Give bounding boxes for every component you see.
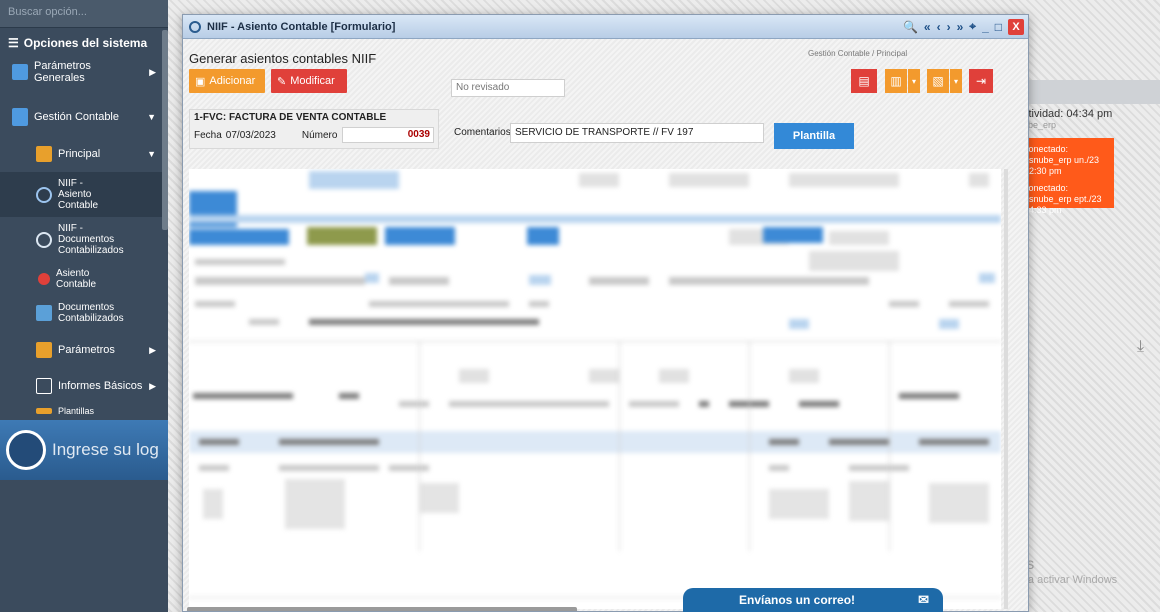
trash-icon: ▤: [858, 74, 870, 88]
document-icon: ▥: [890, 74, 902, 88]
sidebar-item-reports[interactable]: Informes Básicos ▶: [0, 368, 168, 404]
chart-icon: [36, 378, 52, 394]
add-button[interactable]: ▣ Adicionar: [189, 69, 265, 93]
number-field[interactable]: 0039: [342, 127, 434, 143]
sidebar-search-input[interactable]: Buscar opción...: [0, 0, 168, 28]
breadcrumb: Gestión Contable / Principal: [808, 49, 908, 58]
comments-input[interactable]: SERVICIO DE TRANSPORTE // FV 197: [510, 123, 764, 143]
add-doc-icon: ▣: [195, 75, 206, 88]
edit-icon: ✎: [277, 75, 287, 88]
template-icon: [36, 408, 52, 414]
form-horizontal-scrollbar[interactable]: [187, 607, 577, 611]
sidebar-item-niif-docs[interactable]: NIIF - Documentos Contabilizados: [0, 217, 168, 262]
sidebar-item-accounting[interactable]: Gestión Contable ▼: [0, 98, 168, 136]
contact-email-button[interactable]: Envíanos un correo! ✉: [683, 588, 943, 612]
last-record-icon[interactable]: »: [957, 20, 964, 34]
logo-circle-icon: [6, 430, 46, 470]
sidebar-heading: ☰ Opciones del sistema: [8, 36, 148, 50]
redacted-entries-area: [189, 169, 1001, 609]
export-button[interactable]: ▥: [885, 69, 907, 93]
window-titlebar[interactable]: NIIF - Asiento Contable [Formulario] 🔍 «…: [183, 15, 1028, 39]
entry-icon: [38, 273, 50, 285]
date-field[interactable]: 07/03/2023: [226, 130, 276, 141]
star-folder-icon: [36, 146, 52, 162]
app-logo-icon: [189, 20, 201, 33]
comments-label: Comentarios: [454, 127, 511, 138]
exit-button[interactable]: ⇥: [969, 69, 993, 93]
prev-record-icon[interactable]: ‹: [937, 20, 941, 34]
print-button[interactable]: ▧: [927, 69, 949, 93]
close-button[interactable]: X: [1008, 18, 1024, 35]
sidebar-item-niif-entry[interactable]: NIIF - Asiento Contable: [0, 172, 168, 217]
envelope-icon: ✉: [918, 592, 929, 607]
delete-button[interactable]: ▤: [851, 69, 877, 93]
sidebar-scrollbar[interactable]: [162, 30, 168, 230]
export-dropdown[interactable]: ▾: [908, 69, 920, 93]
form-vertical-scrollbar[interactable]: [1004, 169, 1008, 609]
first-record-icon[interactable]: «: [924, 20, 931, 34]
sidebar-item-principal[interactable]: Principal ▼: [0, 136, 168, 172]
login-banner[interactable]: Ingrese su log: [0, 420, 168, 480]
settings-doc-icon: [12, 64, 28, 80]
sidebar-item-entry[interactable]: Asiento Contable: [0, 262, 168, 296]
caret-right-icon: ▶: [149, 380, 156, 391]
next-record-icon[interactable]: ›: [947, 20, 951, 34]
review-status-field: No revisado: [451, 79, 565, 97]
maximize-icon[interactable]: □: [995, 20, 1002, 34]
grid-icon: [36, 342, 52, 358]
list-icon: ☰: [8, 36, 19, 50]
document-type-box: 1-FVC: FACTURA DE VENTA CONTABLE Fecha 0…: [189, 109, 439, 149]
exit-icon: ⇥: [975, 74, 987, 88]
form-title: Generar asientos contables NIIF: [189, 51, 377, 66]
sidebar-item-posted-docs[interactable]: Documentos Contabilizados: [0, 296, 168, 330]
form-body: Generar asientos contables NIIF Gestión …: [183, 39, 1028, 611]
caret-down-icon: ▼: [147, 112, 156, 122]
background-header-strip: [1015, 80, 1160, 104]
edit-button[interactable]: ✎ Modificar: [271, 69, 347, 93]
caret-right-icon: ▶: [149, 344, 156, 355]
print-dropdown[interactable]: ▾: [950, 69, 962, 93]
chevron-down-icon: ▾: [953, 76, 958, 86]
connection-notifications: conectado: dsnube_erp un./23 02:30 pm co…: [1020, 138, 1114, 215]
sidebar-item-general-params[interactable]: Parámetros Generales ▶: [0, 54, 168, 90]
template-button[interactable]: Plantilla: [774, 123, 854, 149]
circle-logo-icon: [36, 186, 52, 203]
ledger-icon: [12, 108, 28, 126]
search-icon[interactable]: 🔍: [903, 20, 918, 34]
print-icon: ▧: [932, 74, 944, 88]
chevron-down-icon: ▾: [911, 76, 916, 86]
sidebar-item-params[interactable]: Parámetros ▶: [0, 330, 168, 368]
form-window: NIIF - Asiento Contable [Formulario] 🔍 «…: [182, 14, 1029, 612]
circle-logo-icon: [36, 231, 52, 248]
system-sidebar: Buscar opción... ☰ Opciones del sistema …: [0, 0, 168, 612]
caret-down-icon: ▼: [147, 149, 156, 159]
activity-panel: ctividad: 04:34 pm ube_erp: [1023, 108, 1113, 130]
download-icon[interactable]: ⤓: [1137, 338, 1144, 356]
caret-right-icon: ▶: [149, 66, 156, 77]
minimize-icon[interactable]: _: [982, 20, 989, 34]
documents-icon: [36, 305, 52, 321]
pin-icon[interactable]: ⌖: [969, 19, 976, 34]
